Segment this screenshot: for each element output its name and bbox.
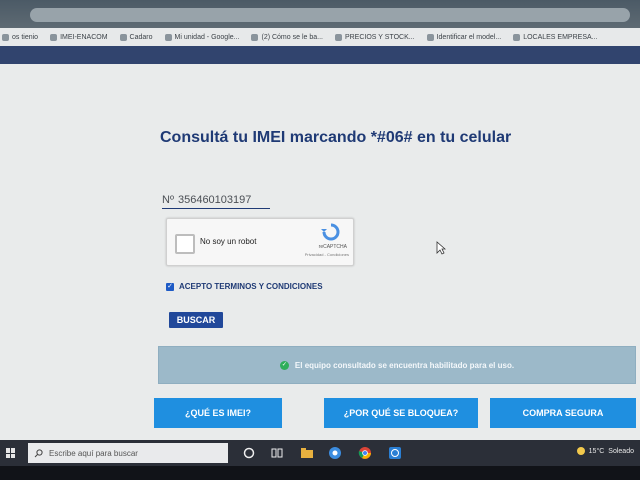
weather-temp: 15°C <box>588 447 605 455</box>
recaptcha-checkbox[interactable] <box>175 234 195 254</box>
page-title: Consultá tu IMEI marcando *#06# en tu ce… <box>160 129 512 146</box>
chrome-icon[interactable] <box>358 446 372 460</box>
bookmark-item[interactable]: Cadaro <box>119 33 153 41</box>
search-button[interactable]: BUSCAR <box>169 312 223 328</box>
address-bar[interactable] <box>30 8 630 22</box>
monitor-bezel <box>0 466 640 480</box>
google-icon <box>164 33 172 41</box>
folder-icon <box>119 33 127 41</box>
video-icon <box>251 33 259 41</box>
checkmark-icon[interactable]: ✓ <box>166 282 174 291</box>
bookmark-item[interactable]: Identificar el model... <box>426 33 501 41</box>
apple-icon <box>426 33 434 41</box>
imei-prefix: Nº <box>162 194 174 206</box>
weather-text: Soleado <box>608 447 634 455</box>
check-circle-icon: ✓ <box>279 360 289 370</box>
bookmark-item[interactable]: Mi unidad - Google... <box>164 33 239 41</box>
search-icon <box>34 448 43 457</box>
terms-label: ACEPTO TERMINOS Y CONDICIONES <box>179 282 323 291</box>
cortana-icon[interactable] <box>242 446 256 460</box>
bookmark-item[interactable]: os tienio <box>2 33 38 41</box>
site-icon <box>50 33 58 41</box>
taskbar-search-placeholder: Escribe aquí para buscar <box>49 448 138 458</box>
sun-icon <box>576 447 585 455</box>
file-explorer-icon[interactable] <box>300 446 314 460</box>
doc-icon <box>513 33 521 41</box>
imei-input[interactable]: Nº 356460103197 <box>162 192 270 209</box>
browser-toolbar <box>0 0 640 28</box>
why-blocked-button[interactable]: ¿POR QUÉ SE BLOQUEA? <box>324 398 478 428</box>
messaging-app-icon[interactable] <box>328 446 342 460</box>
recaptcha-logo-icon <box>321 223 340 241</box>
result-banner: ✓ El equipo consultado se encuentra habi… <box>158 346 636 384</box>
bookmarks-bar: os tienio IMEI-ENACOM Cadaro Mi unidad -… <box>0 28 640 46</box>
result-message: El equipo consultado se encuentra habili… <box>294 360 515 370</box>
recaptcha-label: No soy un robot <box>200 237 257 246</box>
recaptcha-widget: No soy un robot reCAPTCHA Privacidad - C… <box>166 218 354 266</box>
clock-app-icon[interactable] <box>388 446 402 460</box>
imei-value: 356460103197 <box>177 194 252 206</box>
bookmark-item[interactable]: IMEI-ENACOM <box>50 33 108 41</box>
bookmark-item[interactable]: PRECIOS Y STOCK... <box>334 33 415 41</box>
mouse-cursor-icon <box>436 241 446 255</box>
what-is-imei-button[interactable]: ¿QUÉ ES IMEI? <box>154 398 282 428</box>
taskbar-search-input[interactable]: Escribe aquí para buscar <box>28 443 228 463</box>
windows-start-icon[interactable] <box>6 448 16 458</box>
windows-taskbar: Escribe aquí para buscar 15°C Soleado <box>0 440 640 466</box>
weather-widget[interactable]: 15°C Soleado <box>576 447 634 455</box>
recaptcha-links[interactable]: Privacidad - Condiciones <box>305 252 349 257</box>
sheet-icon <box>334 33 342 41</box>
terms-checkbox-row[interactable]: ✓ ACEPTO TERMINOS Y CONDICIONES <box>166 282 323 291</box>
bookmark-item[interactable]: (2) Cómo se le ba... <box>251 33 323 41</box>
task-view-icon[interactable] <box>270 446 284 460</box>
page-content: Consultá tu IMEI marcando *#06# en tu ce… <box>0 64 640 440</box>
site-header-strip <box>0 46 640 64</box>
page-icon <box>2 33 9 41</box>
recaptcha-brand: reCAPTCHA <box>318 244 347 250</box>
safe-purchase-button[interactable]: COMPRA SEGURA <box>490 398 636 428</box>
bookmark-item[interactable]: LOCALES EMPRESA... <box>513 33 598 41</box>
